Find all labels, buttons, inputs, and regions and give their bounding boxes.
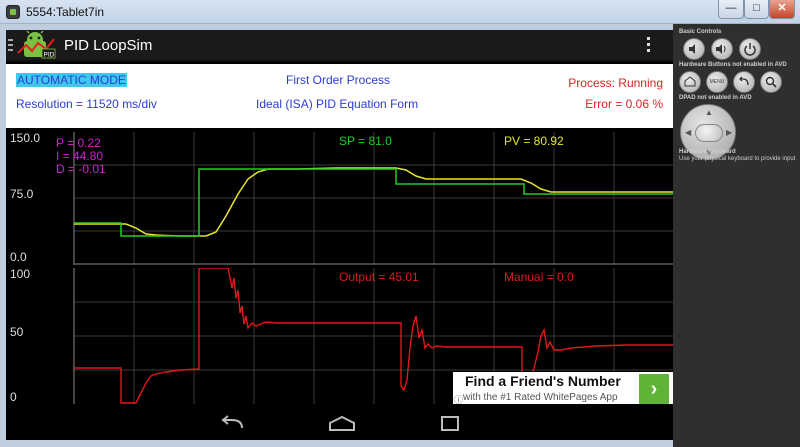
- dpad-center-button[interactable]: [695, 124, 723, 142]
- back-arrow-icon: [221, 415, 243, 429]
- overflow-menu-icon[interactable]: [647, 37, 651, 53]
- info-panel: AUTOMATIC MODE Resolution = 11520 ms/div…: [6, 64, 673, 128]
- window-title: 5554:Tablet7in: [26, 5, 105, 19]
- hw-keyboard-label: Hardware Keyboard: [679, 149, 736, 155]
- app-title: PID LoopSim: [64, 37, 153, 54]
- minimize-button[interactable]: —: [718, 0, 744, 19]
- logo-text: PID: [44, 52, 55, 59]
- menu-hw-button[interactable]: MENU: [706, 71, 728, 93]
- close-button[interactable]: ✕: [769, 0, 795, 19]
- resolution-label: Resolution = 11520 ms/div: [16, 97, 157, 111]
- volume-up-button[interactable]: [711, 38, 733, 60]
- pv-sp-trend-plot: [73, 132, 673, 265]
- manual-label: Manual = 0.0: [504, 270, 574, 284]
- dpad-label: DPAD not enabled in AVD: [679, 95, 752, 101]
- p-gain-label: P = 0.22: [56, 136, 101, 150]
- power-icon: [744, 43, 756, 56]
- output-label: Output = 45.01: [339, 270, 419, 284]
- emulator-window: 5554:Tablet7in — □ ✕ PID PID LoopSim AUT…: [0, 0, 800, 447]
- volume-down-icon: [689, 44, 695, 54]
- power-button[interactable]: [739, 38, 761, 60]
- home-icon: [329, 415, 355, 431]
- volume-up-icon: [716, 44, 726, 54]
- pv-y-tick-min: 0.0: [10, 250, 27, 264]
- process-value-graph[interactable]: 150.0 75.0 0.0 P = 0.22 I = 44.80 D = -0…: [6, 131, 673, 265]
- maximize-button[interactable]: □: [744, 0, 769, 19]
- setpoint-label: SP = 81.0: [339, 134, 392, 148]
- ad-headline[interactable]: Find a Friend's Number: [465, 373, 621, 389]
- drawer-indicator-icon[interactable]: [8, 39, 13, 53]
- ad-subline[interactable]: with the #1 Rated WhitePages App: [463, 392, 618, 403]
- ad-go-arrow-icon[interactable]: ›: [639, 374, 669, 404]
- nav-recent-apps-button[interactable]: [430, 414, 470, 434]
- i-gain-label: I = 44.80: [56, 149, 104, 163]
- hw-buttons-label: Hardware Buttons not enabled in AVD: [679, 62, 787, 68]
- dpad-right-icon: ▶: [726, 128, 733, 137]
- back-hw-icon: [739, 76, 749, 86]
- pid-logo-icon[interactable]: PID: [16, 30, 56, 61]
- process-type-label: First Order Process: [286, 73, 391, 87]
- emulator-controls-panel: Basic Controls Hardware Buttons not enab…: [673, 24, 800, 447]
- error-label: Error = 0.06 %: [585, 97, 663, 111]
- pv-grid: [73, 132, 673, 265]
- equation-form-label: Ideal (ISA) PID Equation Form: [256, 97, 419, 111]
- nav-back-button[interactable]: [212, 414, 252, 434]
- output-y-tick-max: 100: [10, 267, 31, 281]
- search-icon: [765, 76, 777, 88]
- d-gain-label: D = -0.01: [56, 162, 106, 176]
- search-hw-button[interactable]: [760, 71, 782, 93]
- home-hw-button[interactable]: [679, 71, 701, 93]
- volume-down-button[interactable]: [683, 38, 705, 60]
- output-y-tick-mid: 50: [10, 325, 24, 339]
- pv-y-tick-max: 150.0: [10, 131, 41, 145]
- output-y-tick-min: 0: [10, 390, 17, 404]
- recent-apps-icon: [441, 416, 459, 431]
- hw-keyboard-hint: Use your physical keyboard to provide in…: [679, 156, 796, 162]
- process-status-label: Process: Running: [568, 76, 663, 90]
- mode-indicator[interactable]: AUTOMATIC MODE: [16, 73, 127, 87]
- android-nav-bar: [6, 404, 673, 440]
- back-hw-button[interactable]: [733, 71, 755, 93]
- home-hw-icon: [684, 76, 696, 87]
- window-titlebar[interactable]: 5554:Tablet7in — □ ✕: [0, 0, 800, 24]
- basic-controls-label: Basic Controls: [679, 29, 722, 35]
- nav-home-button[interactable]: [322, 414, 362, 434]
- process-value-label: PV = 80.92: [504, 134, 564, 148]
- ad-banner[interactable]: ⓘ Find a Friend's Number with the #1 Rat…: [453, 372, 673, 406]
- device-screen: PID PID LoopSim AUTOMATIC MODE Resolutio…: [6, 30, 673, 440]
- dpad-up-icon: ▲: [705, 108, 713, 117]
- android-app-icon: [6, 5, 20, 19]
- dpad-left-icon: ◀: [685, 128, 692, 137]
- pv-y-tick-mid: 75.0: [10, 187, 34, 201]
- action-bar: PID PID LoopSim: [6, 30, 673, 62]
